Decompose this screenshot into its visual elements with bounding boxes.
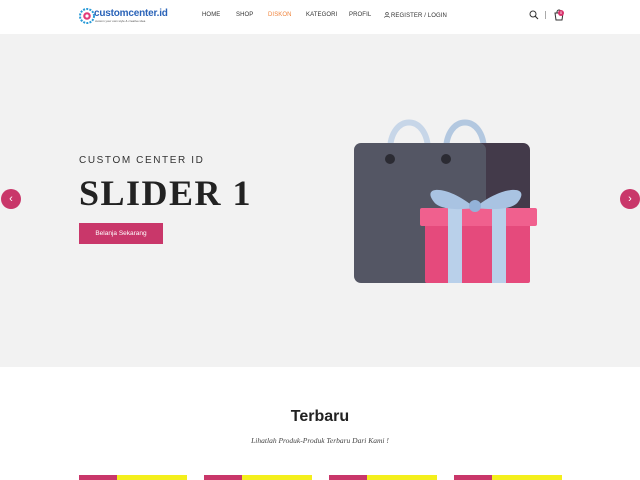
search-icon[interactable] <box>529 10 539 20</box>
product-card[interactable] <box>329 475 437 480</box>
product-card-banner <box>204 475 242 480</box>
nav-item-home[interactable]: HOME <box>202 12 220 18</box>
header-divider <box>545 11 546 19</box>
product-card[interactable] <box>204 475 312 480</box>
nav-item-shop[interactable]: SHOP <box>236 12 253 18</box>
brand-tagline: custom your own style & creative idea <box>95 19 146 23</box>
slider-prev-button[interactable]: ‹ <box>1 189 21 209</box>
chevron-right-icon: › <box>628 193 632 205</box>
product-card-banner <box>454 475 492 480</box>
brand-name: customcenter.id <box>94 8 168 19</box>
logo-mark-icon <box>79 8 95 24</box>
site-header: customcenter.id custom your own style & … <box>0 0 640 34</box>
product-card-banner <box>329 475 367 480</box>
section-subtitle: Lihatlah Produk-Produk Terbaru Dari Kami… <box>251 436 389 445</box>
product-card-banner <box>79 475 117 480</box>
nav-item-diskon[interactable]: DISKON <box>268 12 292 18</box>
hero-slider: ‹ › CUSTOM CENTER ID SLIDER 1 Belanja Se… <box>0 34 640 367</box>
register-login-label: REGISTER / LOGIN <box>391 13 447 19</box>
cart-count-badge: 0 <box>558 10 564 16</box>
nav-item-kategori[interactable]: KATEGORI <box>306 12 337 18</box>
brand-logo[interactable]: customcenter.id custom your own style & … <box>79 7 168 26</box>
product-card[interactable] <box>454 475 562 480</box>
product-card[interactable] <box>79 475 187 480</box>
nav-item-profil[interactable]: PROFIL <box>349 12 371 18</box>
hero-title: SLIDER 1 <box>79 173 253 213</box>
section-title: Terbaru <box>290 408 350 425</box>
user-icon <box>384 12 390 18</box>
slider-next-button[interactable]: › <box>620 189 640 209</box>
shop-now-button[interactable]: Belanja Sekarang <box>79 223 163 244</box>
shopping-bag-gift-illustration <box>354 119 537 283</box>
hero-subtitle: CUSTOM CENTER ID <box>79 155 205 166</box>
nav-item-register-login[interactable]: REGISTER / LOGIN <box>384 12 447 19</box>
chevron-left-icon: ‹ <box>9 193 13 205</box>
